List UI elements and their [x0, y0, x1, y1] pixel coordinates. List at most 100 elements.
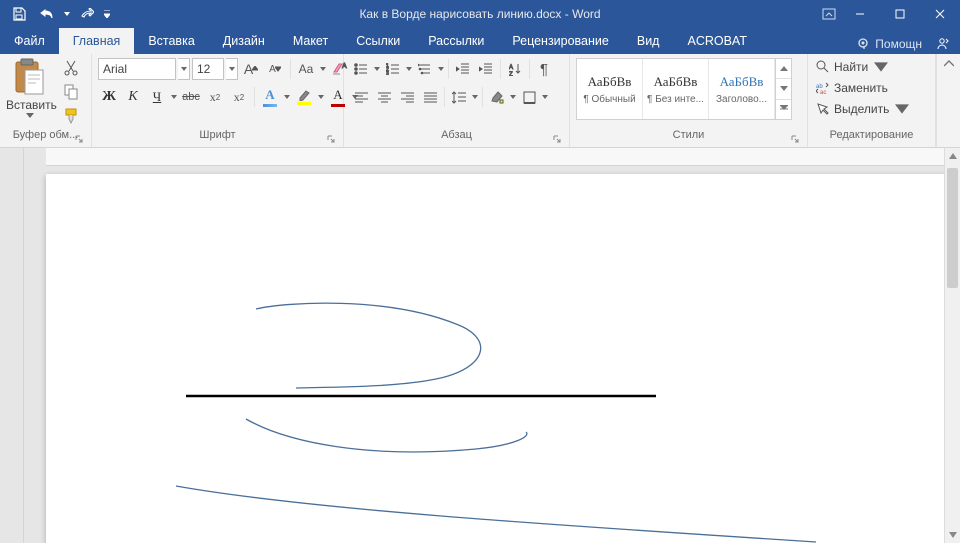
multilevel-list-button[interactable] — [414, 58, 436, 80]
align-center-button[interactable] — [373, 86, 395, 108]
title-bar: Как в Ворде нарисовать линию.docx - Word — [0, 0, 960, 28]
shrink-font-button[interactable]: A — [264, 58, 286, 80]
styles-expand[interactable] — [776, 100, 791, 119]
subscript-button[interactable]: x2 — [204, 86, 226, 108]
tab-view[interactable]: Вид — [623, 28, 674, 54]
svg-text:A: A — [509, 65, 513, 71]
underline-button[interactable]: Ч — [146, 86, 168, 108]
tab-review[interactable]: Рецензирование — [498, 28, 623, 54]
text-effects-dropdown[interactable] — [283, 95, 291, 99]
shading-dropdown[interactable] — [509, 95, 517, 99]
window-title: Как в Ворде нарисовать линию.docx - Word — [359, 7, 600, 21]
increase-indent-button[interactable] — [475, 58, 497, 80]
tab-file[interactable]: Файл — [0, 28, 59, 54]
font-dialog-launcher[interactable] — [325, 133, 337, 145]
copy-button[interactable] — [60, 82, 82, 102]
window-controls — [840, 0, 960, 28]
borders-dropdown[interactable] — [541, 95, 549, 99]
save-button[interactable] — [6, 2, 32, 26]
tab-design[interactable]: Дизайн — [209, 28, 279, 54]
document-page[interactable] — [46, 174, 946, 543]
sort-button[interactable]: AZ — [504, 58, 526, 80]
bold-button[interactable]: Ж — [98, 86, 120, 108]
align-left-button[interactable] — [350, 86, 372, 108]
decrease-indent-button[interactable] — [452, 58, 474, 80]
justify-button[interactable] — [419, 86, 441, 108]
paste-label: Вставить — [6, 98, 54, 112]
bullets-dropdown[interactable] — [373, 67, 381, 71]
font-name-combo[interactable]: Arial — [98, 58, 176, 80]
tab-home[interactable]: Главная — [59, 28, 135, 54]
vertical-scrollbar[interactable] — [944, 148, 960, 543]
text-effects-button[interactable]: A — [259, 86, 281, 108]
cut-button[interactable] — [60, 58, 82, 78]
svg-text:3: 3 — [386, 71, 389, 75]
horizontal-ruler[interactable] — [46, 148, 946, 166]
borders-button[interactable] — [518, 86, 540, 108]
paste-button[interactable]: Вставить — [6, 58, 54, 118]
collapse-ribbon-button[interactable] — [936, 54, 960, 147]
ribbon-display-options[interactable] — [818, 3, 840, 25]
tab-acrobat[interactable]: ACROBAT — [673, 28, 761, 54]
bullets-button[interactable] — [350, 58, 372, 80]
tab-mailings[interactable]: Рассылки — [414, 28, 498, 54]
vertical-ruler[interactable] — [0, 148, 24, 543]
superscript-button[interactable]: x2 — [228, 86, 250, 108]
highlight-dropdown[interactable] — [317, 95, 325, 99]
scroll-up-button[interactable] — [945, 148, 960, 164]
shading-button[interactable] — [486, 86, 508, 108]
tab-layout[interactable]: Макет — [279, 28, 342, 54]
font-size-dropdown[interactable] — [226, 58, 238, 80]
group-clipboard: Вставить Буфер обм... — [0, 54, 92, 147]
underline-dropdown[interactable] — [170, 95, 178, 99]
style-heading1[interactable]: АаБбВв Заголово... — [709, 59, 775, 119]
font-name-dropdown[interactable] — [178, 58, 190, 80]
select-button[interactable]: Выделить — [814, 100, 911, 118]
ribbon-tabs: Файл Главная Вставка Дизайн Макет Ссылки… — [0, 28, 960, 54]
tab-references[interactable]: Ссылки — [342, 28, 414, 54]
grow-font-button[interactable]: A — [240, 58, 262, 80]
styles-scroll-up[interactable] — [776, 59, 791, 79]
scroll-thumb[interactable] — [947, 168, 958, 288]
strikethrough-button[interactable]: abc — [180, 86, 202, 108]
styles-scroll-down[interactable] — [776, 79, 791, 99]
minimize-button[interactable] — [840, 0, 880, 28]
paragraph-dialog-launcher[interactable] — [551, 133, 563, 145]
undo-dropdown[interactable] — [62, 12, 72, 16]
font-size-combo[interactable]: 12 — [192, 58, 224, 80]
styles-dialog-launcher[interactable] — [789, 133, 801, 145]
style-normal[interactable]: АаБбВв ¶ Обычный — [577, 59, 643, 119]
find-button[interactable]: Найти — [814, 58, 911, 76]
show-paragraph-marks-button[interactable]: ¶ — [533, 58, 555, 80]
styles-group-label: Стили — [673, 129, 705, 141]
scroll-down-button[interactable] — [945, 527, 960, 543]
styles-gallery: АаБбВв ¶ Обычный АаБбВв ¶ Без инте... Аа… — [576, 58, 792, 120]
clipboard-icon — [13, 58, 47, 96]
format-painter-button[interactable] — [60, 106, 82, 126]
change-case-dropdown[interactable] — [319, 67, 327, 71]
tab-insert[interactable]: Вставка — [134, 28, 208, 54]
numbering-dropdown[interactable] — [405, 67, 413, 71]
maximize-button[interactable] — [880, 0, 920, 28]
align-right-button[interactable] — [396, 86, 418, 108]
numbering-button[interactable]: 123 — [382, 58, 404, 80]
italic-button[interactable]: К — [122, 86, 144, 108]
group-font: Arial 12 A A Aa A Ж К Ч abc — [92, 54, 344, 147]
redo-button[interactable] — [74, 2, 100, 26]
multilevel-dropdown[interactable] — [437, 67, 445, 71]
ribbon: Вставить Буфер обм... Arial 12 A — [0, 54, 960, 148]
tell-me-search[interactable]: Помощн — [857, 37, 922, 51]
clipboard-dialog-launcher[interactable] — [73, 133, 85, 145]
group-styles: АаБбВв ¶ Обычный АаБбВв ¶ Без инте... Аа… — [570, 54, 808, 147]
style-no-spacing[interactable]: АаБбВв ¶ Без инте... — [643, 59, 709, 119]
undo-button[interactable] — [34, 2, 60, 26]
highlight-button[interactable] — [293, 86, 315, 108]
line-spacing-button[interactable] — [448, 86, 470, 108]
clipboard-group-label: Буфер обм... — [13, 129, 79, 141]
replace-button[interactable]: abac Заменить — [814, 79, 911, 97]
close-button[interactable] — [920, 0, 960, 28]
share-button[interactable] — [932, 34, 952, 54]
qat-customize[interactable] — [102, 10, 112, 18]
line-spacing-dropdown[interactable] — [471, 95, 479, 99]
change-case-button[interactable]: Aa — [295, 58, 317, 80]
